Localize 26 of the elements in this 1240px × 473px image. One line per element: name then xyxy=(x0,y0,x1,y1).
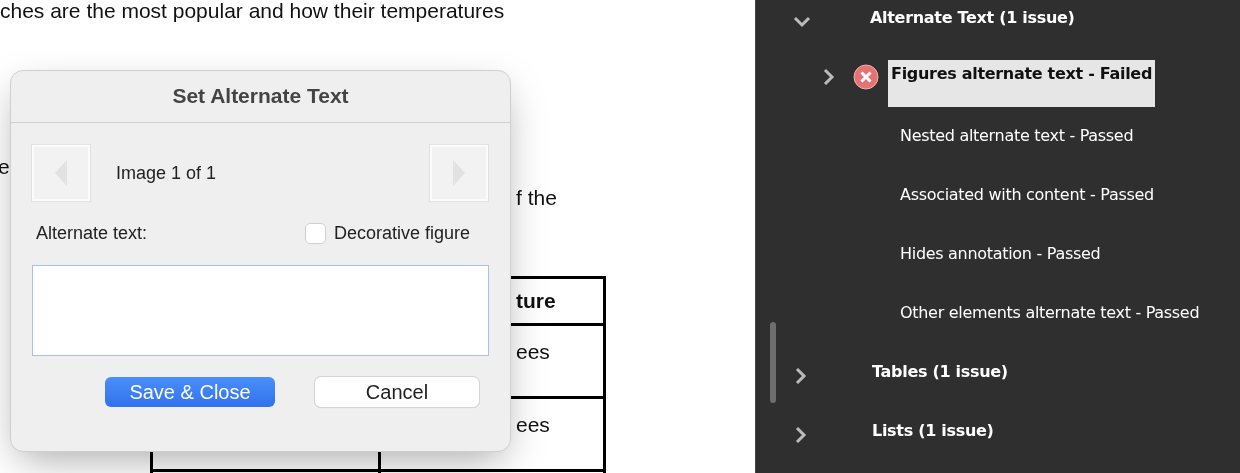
table-cell-text: ees xyxy=(516,339,550,364)
document-text: f the xyxy=(516,186,557,210)
category-label[interactable]: Tables (1 issue) xyxy=(872,362,1008,381)
chevron-right-icon[interactable] xyxy=(794,365,808,386)
checkbox[interactable] xyxy=(304,223,326,244)
table-cell-text: ees xyxy=(516,412,550,437)
category-label[interactable]: Alternate Text (1 issue) xyxy=(870,8,1075,27)
image-counter: Image 1 of 1 xyxy=(116,162,218,184)
dialog-title: Set Alternate Text xyxy=(11,71,510,123)
check-item[interactable]: Figures alternate text - Failed xyxy=(888,60,1156,107)
check-item[interactable]: Hides annotation - Passed xyxy=(900,244,1101,263)
save-button[interactable]: Save & Close xyxy=(105,377,275,407)
check-item[interactable]: Other elements alternate text - Passed xyxy=(900,303,1200,322)
checkbox-label[interactable]: Decorative figure xyxy=(333,223,470,244)
chevron-right-icon[interactable] xyxy=(794,424,808,445)
cancel-button[interactable]: Cancel xyxy=(315,377,479,407)
table-cell: ture xyxy=(516,289,556,313)
field-label: Alternate text: xyxy=(36,223,149,244)
scrollbar[interactable] xyxy=(770,322,776,403)
chevron-down-icon[interactable] xyxy=(792,14,812,29)
check-item[interactable]: Associated with content - Passed xyxy=(900,185,1154,204)
check-item[interactable]: Nested alternate text - Passed xyxy=(900,126,1134,145)
chevron-right-icon[interactable] xyxy=(822,66,836,87)
category-label[interactable]: Lists (1 issue) xyxy=(872,421,994,440)
alt-text-field[interactable] xyxy=(32,265,489,356)
document-text: ches are the most popular and how their temperatures xyxy=(0,0,505,22)
